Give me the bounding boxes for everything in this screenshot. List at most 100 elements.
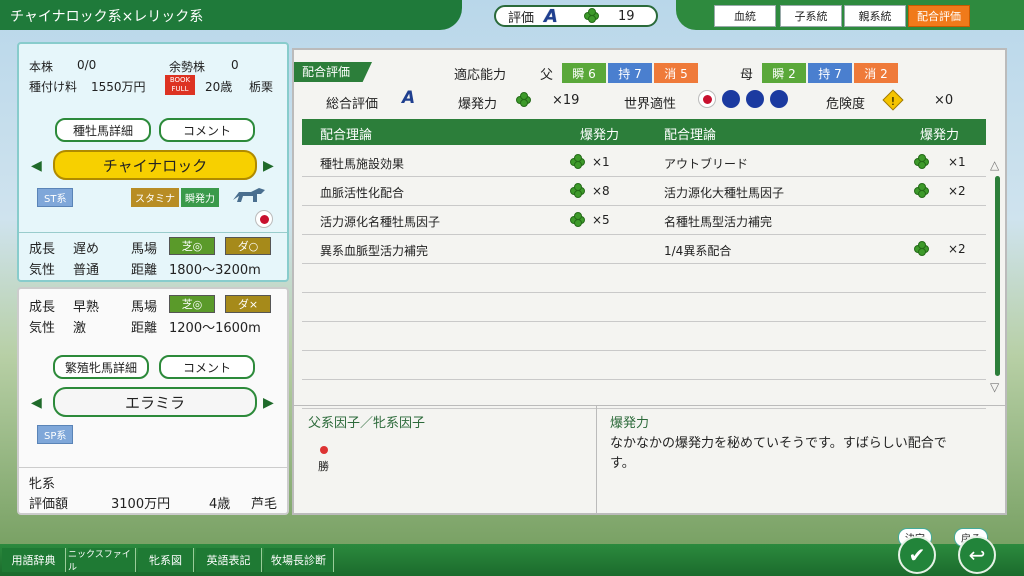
burst-value: ×19 bbox=[552, 93, 580, 108]
table-row[interactable]: 種牡馬施設効果 ×1 アウトブリード ×1 bbox=[302, 148, 986, 177]
burst-left: ×5 bbox=[592, 213, 610, 227]
bottom-bar: 用語辞典 ニックスファイル 牝系図 英語表記 牧場長診断 bbox=[0, 544, 1024, 576]
clover-icon bbox=[914, 241, 930, 257]
japan-flag-icon bbox=[255, 210, 273, 228]
english-name-button[interactable]: 英語表記 bbox=[196, 548, 262, 572]
sire-fee: 1550万円 bbox=[91, 80, 146, 94]
dam-dirt-badge: ダ× bbox=[225, 295, 271, 313]
sire-next-arrow-icon[interactable]: ▶ bbox=[263, 158, 274, 174]
scroll-up-icon[interactable]: △ bbox=[990, 158, 999, 172]
burst-right: ×1 bbox=[948, 155, 966, 169]
dam-prev-arrow-icon[interactable]: ◀ bbox=[31, 395, 42, 411]
stamina-tag: スタミナ bbox=[131, 188, 179, 207]
mother-stamina: 持 7 bbox=[808, 63, 852, 83]
sire-growth-label: 成長 bbox=[29, 242, 56, 257]
sire-shares-label: 本株 bbox=[29, 60, 54, 74]
europe-flag-icon bbox=[770, 90, 788, 108]
sire-fee-label: 種付け料 bbox=[29, 80, 78, 94]
dam-line-label: 牝系 bbox=[29, 477, 56, 492]
table-row bbox=[302, 322, 986, 351]
burst-label: 爆発力 bbox=[458, 97, 498, 112]
clover-icon bbox=[516, 92, 532, 108]
section-title: 配合評価 bbox=[294, 62, 372, 82]
theory-right: 活力源化大種牡馬因子 bbox=[664, 186, 785, 200]
dam-name[interactable]: エラミラ bbox=[53, 387, 257, 417]
sire-dirt-badge: ダ○ bbox=[225, 237, 271, 255]
father-label: 父 bbox=[540, 68, 554, 83]
col-theory-left: 配合理論 bbox=[320, 128, 373, 143]
dam-temper: 激 bbox=[73, 321, 87, 336]
sire-temper: 普通 bbox=[73, 263, 100, 278]
rating-label: 評価 bbox=[508, 10, 535, 26]
table-row[interactable]: 活力源化名種牡馬因子 ×5 名種牡馬型活力補完 bbox=[302, 206, 986, 235]
col-theory-right: 配合理論 bbox=[664, 128, 717, 143]
scroll-down-icon[interactable]: ▽ bbox=[990, 380, 999, 394]
burst-right: ×2 bbox=[948, 184, 966, 198]
theory-right: アウトブリード bbox=[664, 157, 749, 171]
dam-value-label: 評価額 bbox=[29, 497, 69, 512]
description-title: 爆発力 bbox=[610, 416, 650, 431]
world-label: 世界適性 bbox=[624, 97, 677, 112]
dam-track-label: 馬場 bbox=[131, 300, 158, 315]
table-row[interactable]: 血脈活性化配合 ×8 活力源化大種牡馬因子 ×2 bbox=[302, 177, 986, 206]
warning-icon: ! bbox=[882, 89, 904, 111]
table-row bbox=[302, 264, 986, 293]
sire-detail-button[interactable]: 種牡馬詳細 bbox=[55, 118, 151, 142]
dam-growth: 早熟 bbox=[73, 300, 100, 315]
sire-name[interactable]: チャイナロック bbox=[53, 150, 257, 180]
manager-diagnosis-button[interactable]: 牧場長診断 bbox=[264, 548, 334, 572]
tab-pedigree[interactable]: 血統 bbox=[714, 5, 776, 27]
sire-prev-arrow-icon[interactable]: ◀ bbox=[31, 158, 42, 174]
rating-pill: 評価 A 19 bbox=[494, 5, 658, 27]
glossary-button[interactable]: 用語辞典 bbox=[2, 548, 66, 572]
sire-distance-label: 距離 bbox=[131, 263, 158, 278]
overall-grade: A bbox=[402, 88, 416, 108]
theory-right: 1/4異系配合 bbox=[664, 244, 732, 258]
tab-breeding-eval[interactable]: 配合評価 bbox=[908, 5, 970, 27]
col-burst-left: 爆発力 bbox=[580, 128, 620, 143]
table-row[interactable]: 異系血脈型活力補完 1/4異系配合 ×2 bbox=[302, 235, 986, 264]
back-arrow-icon[interactable]: ↩ bbox=[958, 536, 996, 574]
burst-left: ×8 bbox=[592, 184, 610, 198]
mother-label: 母 bbox=[740, 68, 754, 83]
dam-temper-label: 気性 bbox=[29, 321, 56, 336]
description-text: なかなかの爆発力を秘めていそうです。すばらしい配合です。 bbox=[610, 436, 947, 471]
dam-detail-button[interactable]: 繁殖牝馬詳細 bbox=[53, 355, 149, 379]
table-scrollbar[interactable]: △ ▽ bbox=[990, 158, 1002, 394]
dam-distance-label: 距離 bbox=[131, 321, 158, 336]
burst-tag: 瞬発力 bbox=[181, 188, 219, 207]
scrollbar-thumb[interactable] bbox=[995, 176, 1000, 376]
dam-age: 4歳 bbox=[209, 497, 231, 512]
burst-left: ×1 bbox=[592, 155, 610, 169]
clover-icon bbox=[914, 183, 930, 199]
theory-left: 異系血脈型活力補完 bbox=[320, 244, 429, 258]
tab-child-line[interactable]: 子系統 bbox=[780, 5, 842, 27]
father-consume: 消 5 bbox=[654, 63, 698, 83]
factor-label: 父系因子／牝系因子 bbox=[308, 416, 426, 431]
sire-turf-badge: 芝◎ bbox=[169, 237, 215, 255]
dam-coat: 芦毛 bbox=[251, 497, 278, 512]
table-row bbox=[302, 351, 986, 380]
dam-value: 3100万円 bbox=[111, 497, 171, 512]
dam-comment-button[interactable]: コメント bbox=[159, 355, 255, 379]
nicks-file-button[interactable]: ニックスファイル bbox=[68, 548, 136, 573]
female-line-button[interactable]: 牝系図 bbox=[138, 548, 194, 572]
father-burst: 瞬 6 bbox=[562, 63, 606, 83]
breeding-eval-panel: 配合評価 適応能力 父 瞬 6 持 7 消 5 母 瞬 2 持 7 消 2 総合… bbox=[292, 48, 1007, 515]
svg-text:!: ! bbox=[891, 95, 895, 108]
dam-panel: 成長 早熟 馬場 芝◎ ダ× 気性 激 距離 1200～1600m 繁殖牝馬詳細… bbox=[17, 287, 289, 515]
clover-icon bbox=[914, 154, 930, 170]
confirm-check-icon[interactable]: ✔ bbox=[898, 536, 936, 574]
dam-next-arrow-icon[interactable]: ▶ bbox=[263, 395, 274, 411]
tab-parent-line[interactable]: 親系統 bbox=[844, 5, 906, 27]
book-full-badge: BOOK FULL bbox=[165, 75, 195, 95]
theory-left: 活力源化名種牡馬因子 bbox=[320, 215, 441, 229]
risk-value: ×0 bbox=[934, 93, 954, 108]
overall-label: 総合評価 bbox=[326, 97, 379, 112]
dam-turf-badge: 芝◎ bbox=[169, 295, 215, 313]
sire-comment-button[interactable]: コメント bbox=[159, 118, 255, 142]
sire-panel: 本株 0/0 余勢株 0 種付け料 1550万円 BOOK FULL 20歳 栃… bbox=[17, 42, 289, 282]
theory-left: 血脈活性化配合 bbox=[320, 186, 405, 200]
clover-icon bbox=[570, 154, 586, 170]
mother-burst: 瞬 2 bbox=[762, 63, 806, 83]
